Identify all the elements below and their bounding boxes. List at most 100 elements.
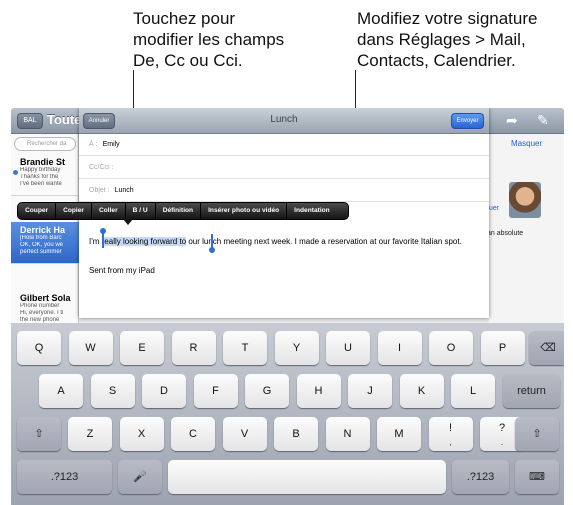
message-preview-line: Phone number: [20, 303, 60, 309]
key-label: C: [189, 428, 197, 440]
key-g[interactable]: G: [245, 374, 289, 408]
callout-line: De, Cc ou Cci.: [133, 51, 243, 70]
numbers-key-right[interactable]: .?123: [452, 460, 509, 494]
message-preview-line: perfect summer: [20, 249, 62, 255]
key-i[interactable]: I: [377, 331, 422, 365]
callout-line: dans Réglages > Mail,: [357, 30, 526, 49]
callout-line: Touchez pour: [133, 9, 236, 28]
search-field[interactable]: Rechercher da: [14, 137, 76, 151]
microphone-key[interactable]: 🎤: [118, 460, 162, 494]
key-f[interactable]: F: [193, 374, 238, 408]
ipad-screen: BAL Toute ➦ ✎ Rechercher da Brandie St Ha…: [11, 108, 564, 505]
shift-key-left[interactable]: ⇧: [17, 417, 61, 451]
menu-copy[interactable]: Copier: [56, 203, 92, 219]
message-preview-line: [Hola from Barc: [20, 235, 62, 241]
key-k[interactable]: K: [399, 374, 444, 408]
to-value: Emily: [102, 141, 120, 148]
signature[interactable]: Sent from my iPad: [89, 266, 155, 275]
edit-menu: Couper Copier Coller B / U Définition In…: [17, 202, 349, 220]
keyboard: Q W E R T Y U I O P ⌫ A S D F G H J K Lreturn ⇧ Z X C V B N M,!.? ⇧.…: [11, 323, 564, 505]
key-h[interactable]: H: [296, 374, 341, 408]
space-key[interactable]: [168, 460, 446, 494]
key-b[interactable]: B: [274, 417, 318, 451]
key-l[interactable]: L: [451, 374, 495, 408]
menu-cut[interactable]: Couper: [18, 203, 57, 219]
message-preview-line: Thanks for the: [20, 174, 59, 180]
keyboard-dismiss-key[interactable]: ⌨: [515, 460, 559, 494]
key-z[interactable]: Z: [68, 417, 112, 451]
return-key[interactable]: return: [503, 374, 560, 408]
selection-start-knob[interactable]: [100, 228, 106, 234]
numbers-key-left[interactable]: .?123: [17, 460, 112, 494]
key-c[interactable]: C: [171, 417, 215, 451]
subject-field[interactable]: Objet : Lunch: [79, 180, 489, 202]
key-q[interactable]: Q: [17, 331, 61, 365]
reply-icon[interactable]: ➦: [506, 112, 518, 129]
key-w[interactable]: W: [68, 331, 113, 365]
edit-menu-arrow: [123, 219, 133, 225]
key-label: X: [137, 428, 146, 440]
message-preview-line: I've been wante: [20, 181, 62, 187]
key-u[interactable]: U: [326, 331, 370, 365]
key-s[interactable]: S: [90, 374, 135, 408]
menu-indentation[interactable]: Indentation: [287, 203, 337, 219]
selection-end-handle[interactable]: [211, 234, 213, 248]
mailbox-button[interactable]: BAL: [17, 113, 43, 129]
shift-key-right[interactable]: ⇧: [515, 417, 559, 451]
key-n[interactable]: N: [325, 417, 370, 451]
key-label: Z: [86, 428, 94, 440]
key-y[interactable]: Y: [274, 331, 319, 365]
body-text-before: I'm: [89, 237, 102, 246]
key-r[interactable]: R: [171, 331, 216, 365]
key-e[interactable]: E: [120, 331, 164, 365]
key-x[interactable]: X: [119, 417, 164, 451]
key-exclamation[interactable]: ,!: [428, 417, 473, 451]
hide-link[interactable]: Masquer: [511, 139, 542, 148]
selected-text[interactable]: really looking forward to: [101, 237, 187, 246]
key-label: B: [292, 428, 300, 440]
selection-end-knob[interactable]: [209, 247, 215, 253]
message-body[interactable]: I'm really looking forward to our lunch …: [89, 236, 484, 247]
callout-line: Contacts, Calendrier.: [357, 51, 516, 70]
selection-start-handle[interactable]: [102, 233, 104, 248]
key-m[interactable]: M: [377, 417, 421, 451]
compose-toolbar: Annuler Lunch Envoyer: [79, 108, 489, 134]
callout-line: Modifiez votre signature: [357, 9, 538, 28]
menu-bold-italic-underline[interactable]: B / U: [126, 203, 156, 219]
key-j[interactable]: J: [348, 374, 392, 408]
body-text-after: our lunch meeting next week. I made a re…: [186, 237, 462, 246]
message-preview-line: Hi, everyone. I ti: [20, 310, 64, 316]
message-sender: Gilbert Sola: [20, 293, 71, 303]
key-d[interactable]: D: [142, 374, 186, 408]
cc-bcc-field[interactable]: Cc/Cci :: [79, 157, 489, 179]
compose-title: Lunch: [270, 114, 298, 125]
key-label: N: [343, 428, 352, 440]
unread-dot-icon: [13, 170, 18, 175]
to-label: À :: [89, 141, 98, 148]
key-t[interactable]: T: [223, 331, 267, 365]
key-p[interactable]: P: [480, 331, 525, 365]
contact-photo: [509, 182, 541, 218]
key-label: !: [448, 422, 453, 434]
message-sender: Derrick Ha: [20, 225, 66, 235]
menu-insert-photo-video[interactable]: Insérer photo ou vidéo: [201, 203, 288, 219]
subject-value: Lunch: [114, 187, 134, 194]
list-item[interactable]: Derrick Ha [Hola from Barc OK, OK, you we p…: [11, 222, 79, 264]
list-item[interactable]: Brandie St Happy birthday Thanks for the I'…: [11, 154, 79, 196]
backspace-key[interactable]: ⌫: [529, 331, 564, 365]
menu-define[interactable]: Définition: [156, 203, 202, 219]
mailbox-title: Toute: [47, 112, 82, 127]
compose-icon[interactable]: ✎: [537, 112, 549, 129]
key-o[interactable]: O: [429, 331, 473, 365]
message-link-fragment[interactable]: uer: [489, 205, 499, 212]
message-sender: Brandie St: [20, 157, 66, 167]
key-label: M: [394, 428, 404, 440]
to-field[interactable]: À : Emily: [79, 134, 489, 156]
key-a[interactable]: A: [39, 374, 83, 408]
message-text-fragment: an absolute: [487, 230, 524, 237]
callout-from-cc-bcc: Touchez pour modifier les champs De, Cc …: [133, 8, 333, 71]
key-v[interactable]: V: [222, 417, 267, 451]
send-button[interactable]: Envoyer: [451, 113, 484, 129]
menu-paste[interactable]: Coller: [92, 203, 126, 219]
cc-bcc-label: Cc/Cci :: [89, 164, 114, 171]
